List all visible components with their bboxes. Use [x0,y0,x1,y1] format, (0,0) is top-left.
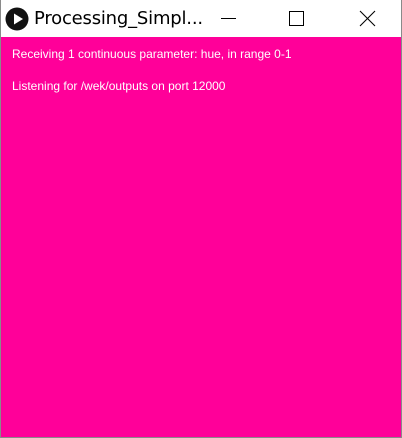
status-text-listening: Listening for /wek/outputs on port 12000 [12,79,226,93]
maximize-button[interactable] [267,0,327,37]
window-title: Processing_Simpl... [34,8,203,29]
app-window: Processing_Simpl... Receiving 1 continuo… [0,0,402,438]
processing-play-icon [5,7,29,31]
title-bar[interactable]: Processing_Simpl... [1,0,401,37]
minimize-button[interactable] [199,0,259,37]
close-button[interactable] [337,0,397,37]
status-text-parameter: Receiving 1 continuous parameter: hue, i… [12,47,292,61]
sketch-canvas[interactable]: Receiving 1 continuous parameter: hue, i… [1,37,401,437]
